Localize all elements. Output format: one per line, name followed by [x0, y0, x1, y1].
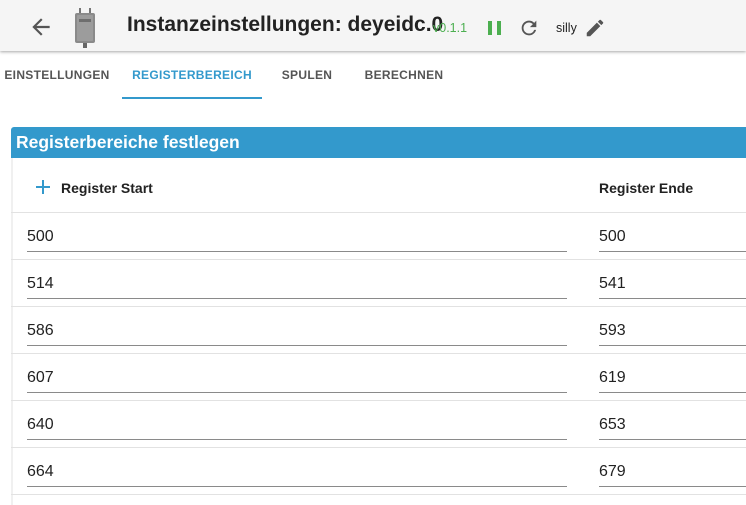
- plus-icon: [36, 180, 50, 194]
- tab-einstellungen[interactable]: EINSTELLUNGEN: [0, 51, 114, 100]
- register-start-input[interactable]: [27, 270, 567, 299]
- version-badge: v0.1.1: [433, 21, 468, 35]
- register-start-input[interactable]: [27, 317, 567, 346]
- pencil-icon: [586, 19, 604, 37]
- add-row-button[interactable]: [33, 177, 53, 197]
- tab-spulen[interactable]: SPULEN: [270, 51, 344, 100]
- register-end-input[interactable]: [599, 458, 746, 487]
- table-row: [11, 213, 746, 260]
- table-header: Register Start Register Ende: [11, 158, 746, 213]
- register-end-input[interactable]: [599, 364, 746, 393]
- back-button[interactable]: [28, 14, 54, 40]
- pause-icon: [488, 21, 501, 35]
- reload-button[interactable]: [518, 17, 540, 39]
- column-header-register-end: Register Ende: [599, 180, 694, 196]
- tab-berechnen[interactable]: BERECHNEN: [356, 51, 452, 100]
- arrow-back-icon: [32, 18, 50, 36]
- register-start-input[interactable]: [27, 223, 567, 252]
- reload-icon: [521, 20, 537, 36]
- tab-bar: EINSTELLUNGEN REGISTERBEREICH SPULEN BER…: [0, 51, 746, 100]
- app-header: Instanzeinstellungen: deyeidc.0 v0.1.1 s…: [0, 0, 746, 51]
- edit-log-level-button[interactable]: [584, 17, 606, 39]
- section-header: Registerbereiche festlegen: [11, 127, 746, 158]
- register-start-input[interactable]: [27, 411, 567, 440]
- page-title: Instanzeinstellungen: deyeidc.0: [127, 13, 444, 36]
- pause-button[interactable]: [485, 17, 505, 39]
- log-level-label: silly: [556, 21, 577, 35]
- active-tab-indicator: [122, 97, 262, 99]
- column-header-register-start: Register Start: [61, 180, 153, 196]
- table-row: [11, 260, 746, 307]
- table-row: [11, 448, 746, 495]
- register-end-input[interactable]: [599, 270, 746, 299]
- table-row: [11, 307, 746, 354]
- register-end-input[interactable]: [599, 411, 746, 440]
- adapter-logo: [70, 7, 100, 49]
- register-start-input[interactable]: [27, 364, 567, 393]
- section-title: Registerbereiche festlegen: [16, 132, 240, 152]
- register-start-input[interactable]: [27, 458, 567, 487]
- register-table: Register Start Register Ende: [11, 158, 746, 505]
- register-end-input[interactable]: [599, 223, 746, 252]
- inverter-logo-icon: [75, 8, 95, 48]
- register-end-input[interactable]: [599, 317, 746, 346]
- table-row: [11, 401, 746, 448]
- table-row: [11, 354, 746, 401]
- tab-registerbereich[interactable]: REGISTERBEREICH: [122, 51, 262, 100]
